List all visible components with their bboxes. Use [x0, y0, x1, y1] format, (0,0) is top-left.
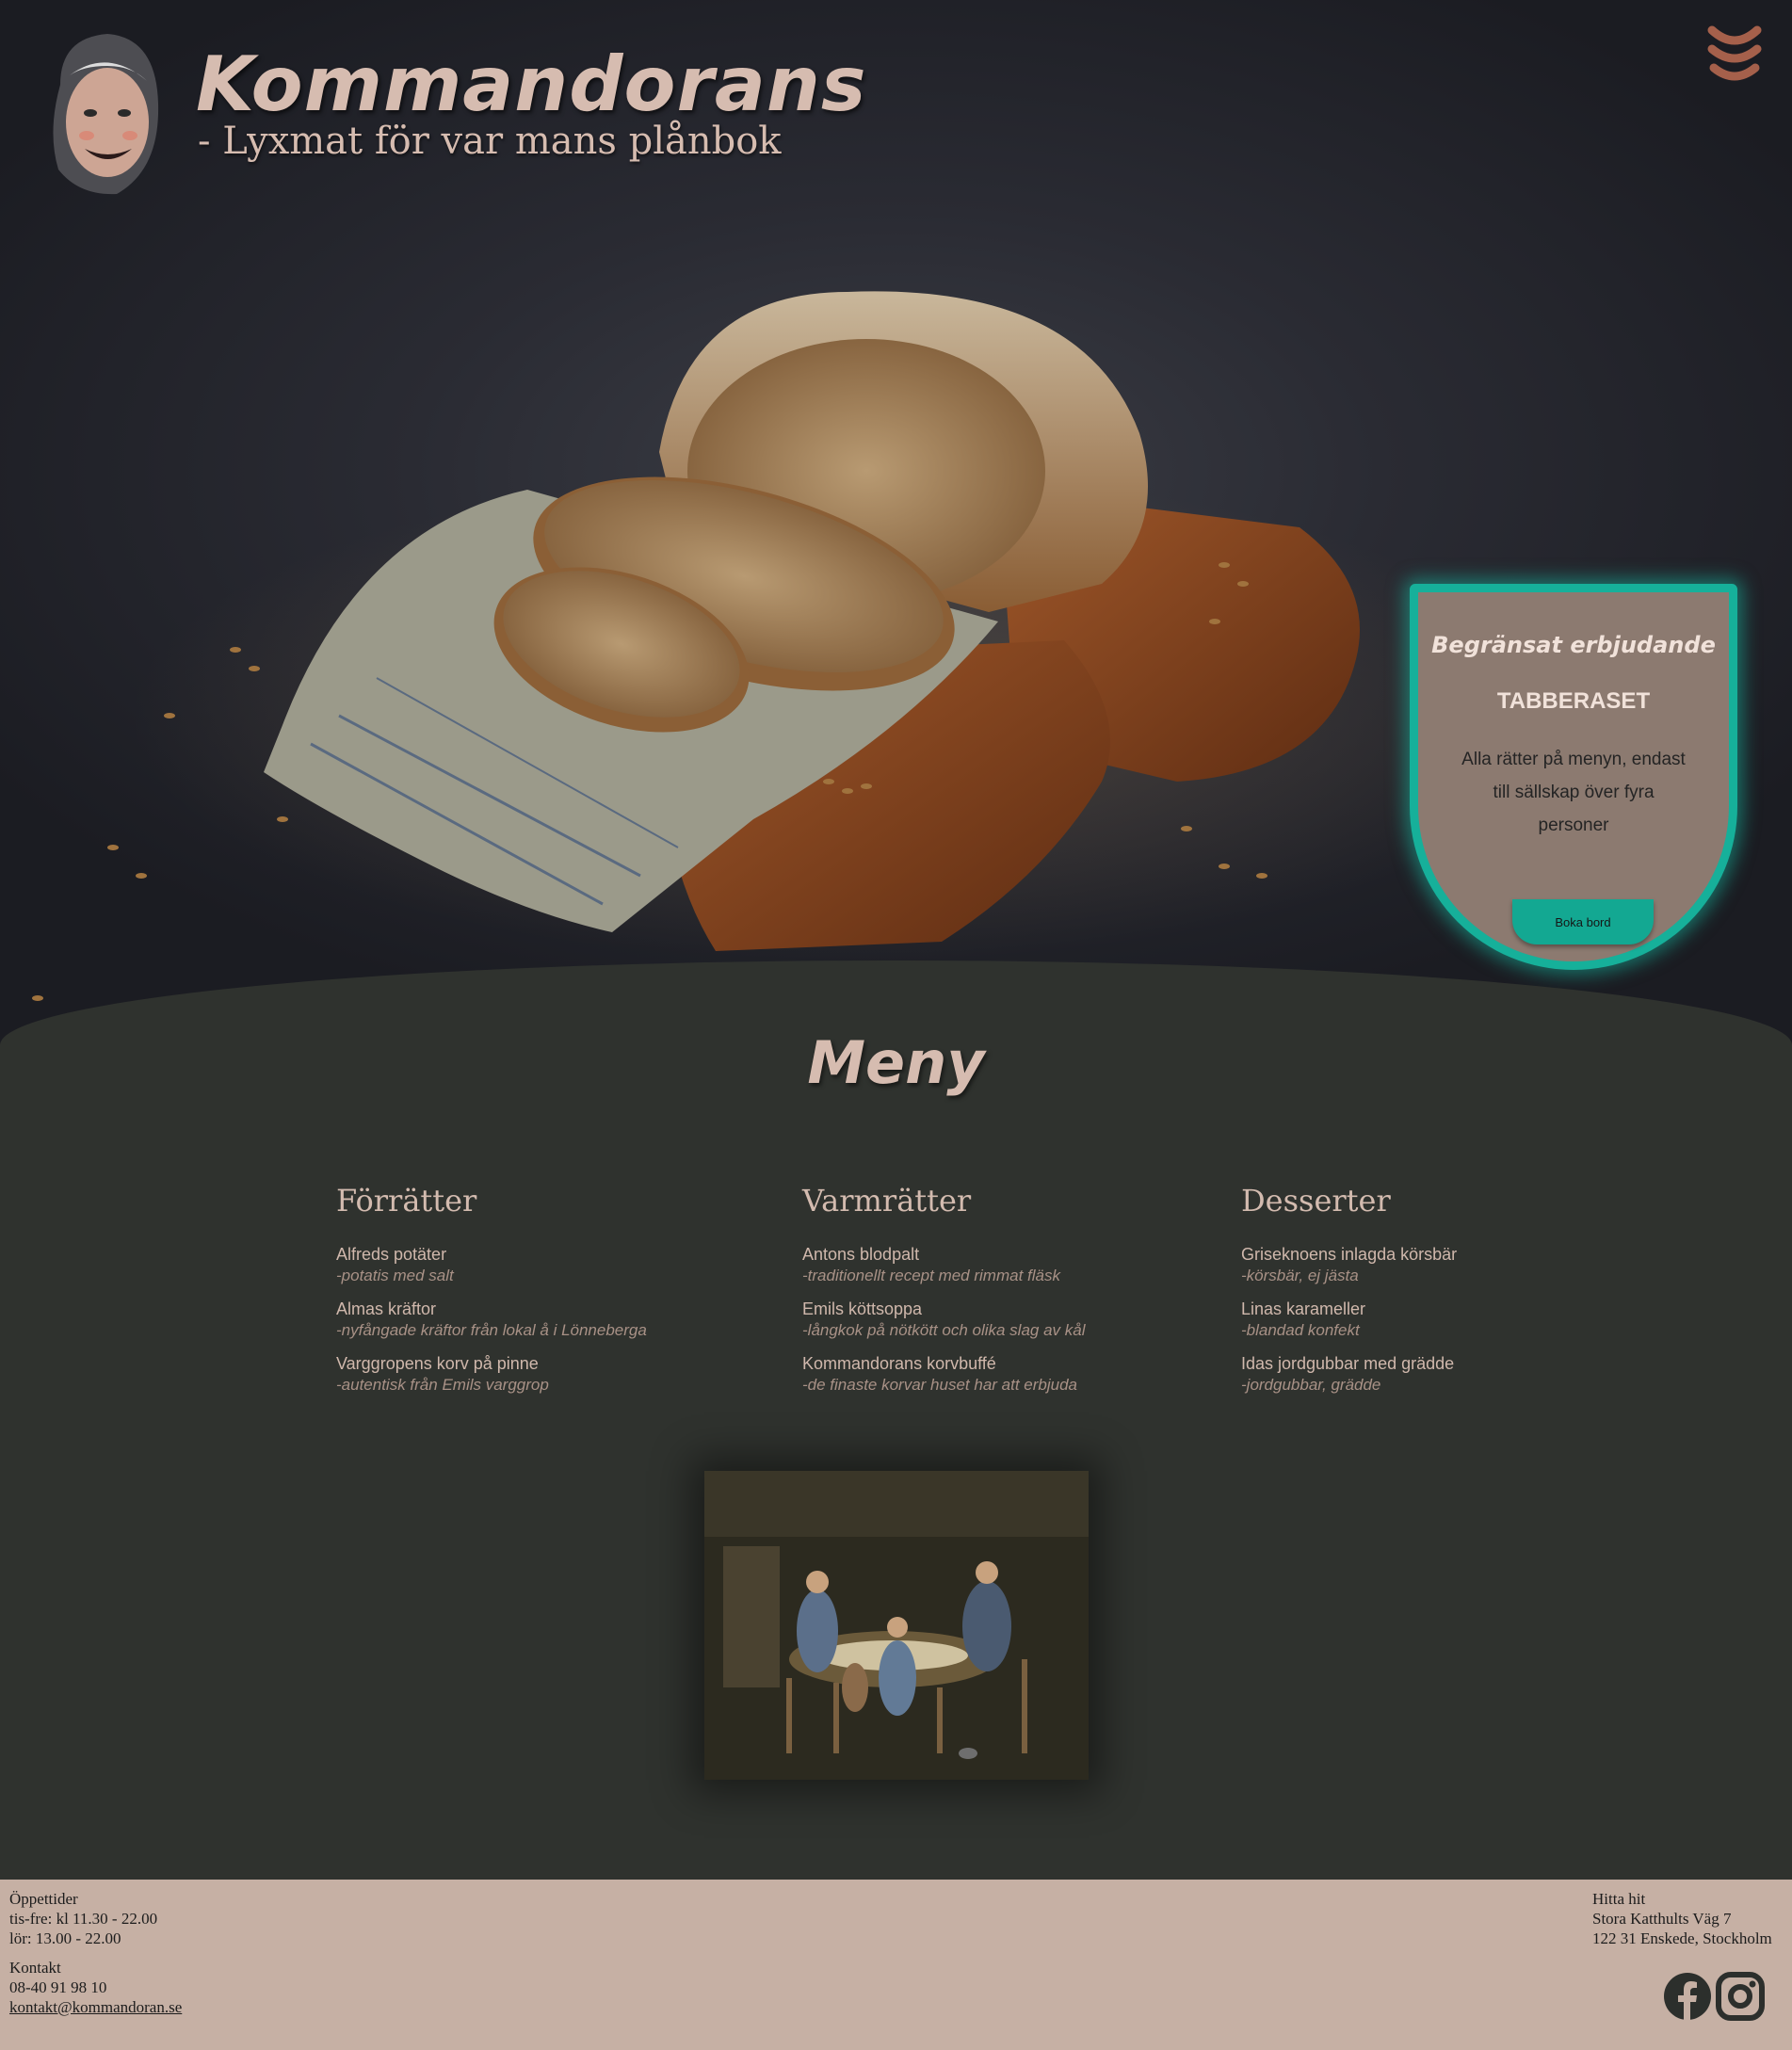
- dish-name: Kommandorans korvbuffé: [802, 1354, 996, 1373]
- brand-tagline: - Lyxmat för var mans plånbok: [198, 120, 782, 163]
- hours-saturday: lör: 13.00 - 22.00: [9, 1929, 121, 1947]
- email-link[interactable]: kontakt@kommandoran.se: [9, 1998, 182, 2016]
- menu-column-starters: Förrätter Alfreds potäter -potatis med s…: [336, 1183, 647, 1407]
- list-item: Emils köttsoppa -långkok på nötkött och …: [802, 1298, 1086, 1341]
- dish-description: -potatis med salt: [336, 1267, 454, 1284]
- opening-hours: Öppettider tis-fre: kl 11.30 - 22.00 lör…: [9, 1889, 182, 1948]
- dish-name: Griseknoens inlagda körsbär: [1241, 1245, 1458, 1264]
- dish-name: Varggropens korv på pinne: [336, 1354, 539, 1373]
- find-title: Hitta hit: [1592, 1890, 1646, 1908]
- dish-name: Emils köttsoppa: [802, 1299, 923, 1318]
- list-item: Alfreds potäter -potatis med salt: [336, 1243, 647, 1286]
- phone-number: 08-40 91 98 10: [9, 1978, 107, 1996]
- logo-portrait: [53, 34, 159, 195]
- page: Kommandorans - Lyxmat för var mans plånb…: [0, 0, 1792, 2050]
- dish-description: -autentisk från Emils varggrop: [336, 1376, 549, 1394]
- facebook-icon[interactable]: [1663, 1972, 1712, 2021]
- instagram-icon[interactable]: [1716, 1972, 1765, 2021]
- address-info: Hitta hit Stora Katthults Väg 7 122 31 E…: [1592, 1889, 1772, 1948]
- address-city: 122 31 Enskede, Stockholm: [1592, 1929, 1772, 1947]
- list-item: Kommandorans korvbuffé -de finaste korva…: [802, 1352, 1086, 1396]
- contact-title: Kontakt: [9, 1959, 61, 1977]
- limited-offer-card: Begränsat erbjudande TABBERASET Alla rät…: [1410, 584, 1737, 970]
- book-table-button[interactable]: Boka bord: [1512, 899, 1654, 944]
- dish-name: Almas kräftor: [336, 1299, 437, 1318]
- dish-name: Linas karameller: [1241, 1299, 1366, 1318]
- menu-column-mains: Varmrätter Antons blodpalt -traditionell…: [802, 1183, 1086, 1407]
- dish-name: Alfreds potäter: [336, 1245, 447, 1264]
- list-item: Antons blodpalt -traditionellt recept me…: [802, 1243, 1086, 1286]
- dish-name: Idas jordgubbar med grädde: [1241, 1354, 1455, 1373]
- list-item: Idas jordgubbar med grädde -jordgubbar, …: [1241, 1352, 1457, 1396]
- address-street: Stora Katthults Väg 7: [1592, 1910, 1732, 1928]
- contact-info: Kontakt 08-40 91 98 10 kontakt@kommandor…: [9, 1958, 182, 2017]
- footer: Öppettider tis-fre: kl 11.30 - 22.00 lör…: [0, 1880, 1792, 2050]
- dish-description: -jordgubbar, grädde: [1241, 1376, 1381, 1394]
- dish-description: -nyfångade kräftor från lokal å i Lönneb…: [336, 1321, 647, 1339]
- dish-description: -de finaste korvar huset har att erbjuda: [802, 1376, 1077, 1394]
- family-dinner-painting: [704, 1471, 1089, 1780]
- dish-name: Antons blodpalt: [802, 1245, 920, 1264]
- offer-description: Alla rätter på menyn, endast till sällsk…: [1461, 750, 1686, 835]
- menu-column-desserts: Desserter Griseknoens inlagda körsbär -k…: [1241, 1183, 1457, 1407]
- dish-description: -körsbär, ej jästa: [1241, 1267, 1359, 1284]
- list-item: Almas kräftor -nyfångade kräftor från lo…: [336, 1298, 647, 1341]
- column-heading: Desserter: [1241, 1183, 1391, 1219]
- menu-title: Meny: [807, 1028, 985, 1097]
- offer-heading: Begränsat erbjudande: [1431, 632, 1716, 658]
- list-item: Griseknoens inlagda körsbär -körsbär, ej…: [1241, 1243, 1457, 1286]
- footer-info: Öppettider tis-fre: kl 11.30 - 22.00 lör…: [9, 1889, 182, 2026]
- hours-title: Öppettider: [9, 1890, 78, 1908]
- dish-description: -traditionellt recept med rimmat fläsk: [802, 1267, 1060, 1284]
- sausage-menu-icon[interactable]: [1706, 24, 1763, 87]
- dish-description: -långkok på nötkött och olika slag av kå…: [802, 1321, 1086, 1339]
- brand-title: Kommandorans: [196, 40, 867, 128]
- list-item: Linas karameller -blandad konfekt: [1241, 1298, 1457, 1341]
- hours-weekday: tis-fre: kl 11.30 - 22.00: [9, 1910, 158, 1928]
- dish-description: -blandad konfekt: [1241, 1321, 1360, 1339]
- list-item: Varggropens korv på pinne -autentisk frå…: [336, 1352, 647, 1396]
- menu-section: Meny Förrätter Alfreds potäter -potatis …: [0, 960, 1792, 1880]
- column-heading: Förrätter: [336, 1183, 477, 1219]
- column-heading: Varmrätter: [802, 1183, 972, 1219]
- offer-name: TABBERASET: [1496, 688, 1651, 714]
- hero-section: Kommandorans - Lyxmat för var mans plånb…: [0, 0, 1792, 1045]
